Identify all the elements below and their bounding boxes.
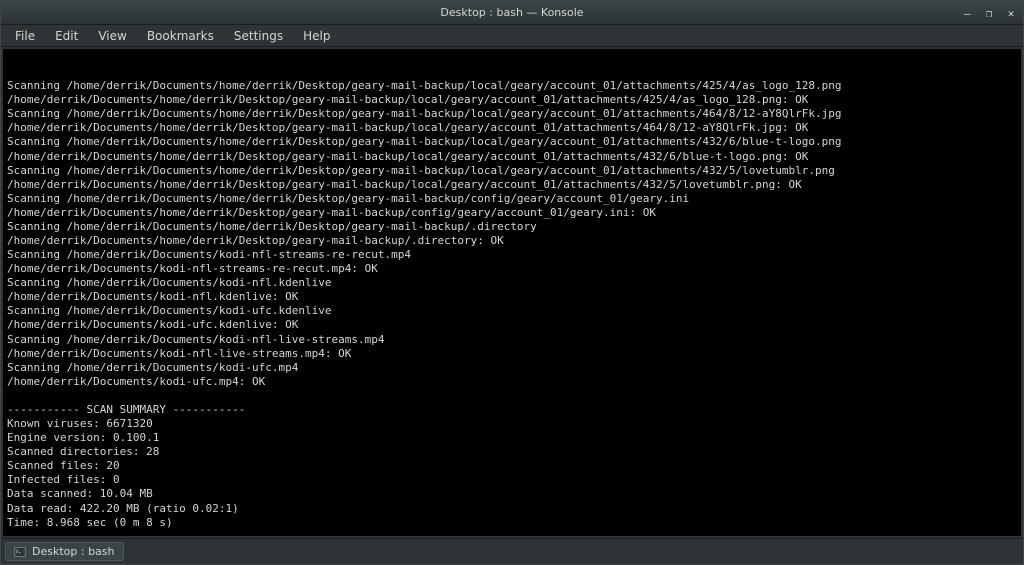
terminal-line: Scanning /home/derrik/Documents/home/der… bbox=[7, 220, 1017, 234]
terminal-line: Infected files: 0 bbox=[7, 473, 1017, 487]
menu-view[interactable]: View bbox=[88, 27, 136, 45]
terminal-line: Scanning /home/derrik/Documents/home/der… bbox=[7, 135, 1017, 149]
terminal-line: Scanned directories: 28 bbox=[7, 445, 1017, 459]
terminal-line: Scanning /home/derrik/Documents/kodi-ufc… bbox=[7, 361, 1017, 375]
menu-file[interactable]: File bbox=[5, 27, 45, 45]
menu-bookmarks[interactable]: Bookmarks bbox=[137, 27, 224, 45]
window-controls: — ❐ ✕ bbox=[959, 1, 1019, 25]
terminal-line: Scanning /home/derrik/Documents/kodi-ufc… bbox=[7, 304, 1017, 318]
terminal-line: ----------- SCAN SUMMARY ----------- bbox=[7, 403, 1017, 417]
window-title: Desktop : bash — Konsole bbox=[440, 6, 583, 19]
terminal-line: /home/derrik/Documents/home/derrik/Deskt… bbox=[7, 206, 1017, 220]
titlebar[interactable]: Desktop : bash — Konsole — ❐ ✕ bbox=[1, 1, 1023, 25]
menu-edit[interactable]: Edit bbox=[45, 27, 88, 45]
tab-bar: Desktop : bash bbox=[1, 538, 1023, 564]
minimize-button[interactable]: — bbox=[959, 6, 975, 20]
terminal-line: /home/derrik/Documents/home/derrik/Deskt… bbox=[7, 178, 1017, 192]
terminal-line: /home/derrik/Documents/kodi-ufc.mp4: OK bbox=[7, 375, 1017, 389]
terminal-line: Scanning /home/derrik/Documents/home/der… bbox=[7, 107, 1017, 121]
terminal-line: Known viruses: 6671320 bbox=[7, 417, 1017, 431]
konsole-window: Desktop : bash — Konsole — ❐ ✕ File Edit… bbox=[0, 0, 1024, 565]
terminal-line: Scanning /home/derrik/Documents/home/der… bbox=[7, 192, 1017, 206]
menu-help[interactable]: Help bbox=[293, 27, 340, 45]
terminal-line: /home/derrik/Documents/home/derrik/Deskt… bbox=[7, 234, 1017, 248]
terminal-line: /home/derrik/Documents/kodi-nfl-streams-… bbox=[7, 262, 1017, 276]
terminal-icon bbox=[14, 546, 26, 558]
tab-label: Desktop : bash bbox=[32, 545, 115, 558]
terminal-line: Scanning /home/derrik/Documents/kodi-nfl… bbox=[7, 248, 1017, 262]
menu-settings[interactable]: Settings bbox=[224, 27, 293, 45]
terminal-output: Scanning /home/derrik/Documents/home/der… bbox=[7, 79, 1017, 530]
terminal-line: Scanning /home/derrik/Documents/home/der… bbox=[7, 79, 1017, 93]
terminal-line: /home/derrik/Documents/kodi-nfl-live-str… bbox=[7, 347, 1017, 361]
maximize-button[interactable]: ❐ bbox=[981, 6, 997, 20]
terminal-line: Scanning /home/derrik/Documents/kodi-nfl… bbox=[7, 276, 1017, 290]
terminal-line bbox=[7, 389, 1017, 403]
terminal-line: /home/derrik/Documents/home/derrik/Deskt… bbox=[7, 93, 1017, 107]
tab-active[interactable]: Desktop : bash bbox=[5, 542, 124, 561]
terminal-line: /home/derrik/Documents/kodi-nfl.kdenlive… bbox=[7, 290, 1017, 304]
menubar: File Edit View Bookmarks Settings Help bbox=[1, 25, 1023, 47]
terminal-line: /home/derrik/Documents/home/derrik/Deskt… bbox=[7, 121, 1017, 135]
terminal-line: /home/derrik/Documents/home/derrik/Deskt… bbox=[7, 150, 1017, 164]
close-button[interactable]: ✕ bbox=[1003, 6, 1019, 20]
terminal-viewport[interactable]: Scanning /home/derrik/Documents/home/der… bbox=[3, 49, 1021, 536]
terminal-line: /home/derrik/Documents/kodi-ufc.kdenlive… bbox=[7, 318, 1017, 332]
terminal-line: Scanning /home/derrik/Documents/kodi-nfl… bbox=[7, 333, 1017, 347]
terminal-line: Time: 8.968 sec (0 m 8 s) bbox=[7, 516, 1017, 530]
terminal-line: Scanning /home/derrik/Documents/home/der… bbox=[7, 164, 1017, 178]
terminal-line: Scanned files: 20 bbox=[7, 459, 1017, 473]
terminal-line: Engine version: 0.100.1 bbox=[7, 431, 1017, 445]
terminal-line: Data read: 422.20 MB (ratio 0.02:1) bbox=[7, 502, 1017, 516]
terminal-line: Data scanned: 10.04 MB bbox=[7, 487, 1017, 501]
